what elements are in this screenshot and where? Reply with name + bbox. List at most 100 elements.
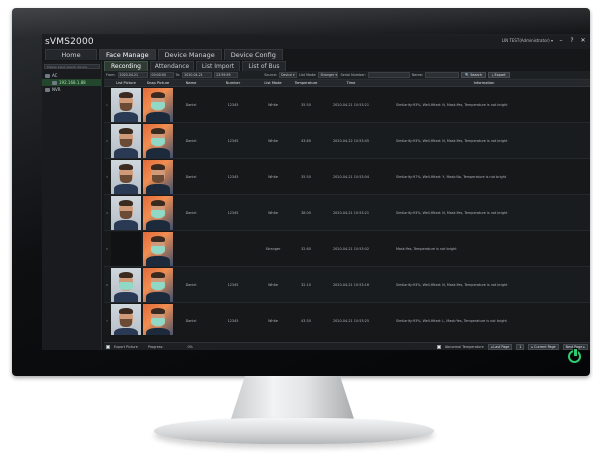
face-mask xyxy=(151,281,165,290)
from-time-input[interactable]: 00:00:00 xyxy=(149,72,174,78)
tree-item-nvr[interactable]: NVR xyxy=(42,86,101,93)
tab-list-import[interactable]: List Import xyxy=(196,61,240,71)
abnormal-temperature-checkbox[interactable] xyxy=(436,344,441,349)
progress-label: Progress: xyxy=(147,344,164,349)
cell-information: Similarity:93%, Well-fitted: N, Mask:Yes… xyxy=(396,138,508,143)
filter-bar: From: 2020-04-21 00:00:00 To: 2020-04-21… xyxy=(104,71,590,80)
page-number-input[interactable]: 1 xyxy=(516,343,525,350)
sub-tabs: Recording Attendance List Import List of… xyxy=(104,61,590,71)
tab-face-manage[interactable]: Face Manage xyxy=(99,49,156,60)
records-table-header: List Picture Snap Picture Name Number Li… xyxy=(104,80,590,87)
face-hair xyxy=(119,91,133,98)
source-select[interactable]: Device ▾ xyxy=(279,72,298,78)
title-bar: sVMS2000 LIN TEST(Administrator) ▾ – ? ✕ xyxy=(42,34,590,49)
to-label: To: xyxy=(175,73,181,77)
tree-item-label: NVR xyxy=(52,87,61,92)
tree-item-ac[interactable]: AC xyxy=(42,72,101,79)
device-search-input[interactable]: Please input search device xyxy=(44,64,100,69)
col-information[interactable]: Information xyxy=(378,80,590,86)
user-menu[interactable]: LIN TEST(Administrator) ▾ xyxy=(502,38,553,43)
table-row[interactable]: 4 Daniel 12345 White 38.00 2020-04-21 10:53:2… xyxy=(104,195,590,231)
snap-picture-cell xyxy=(142,231,174,266)
face-shirt xyxy=(114,219,138,230)
col-list-mode[interactable]: List Mode xyxy=(258,80,288,86)
face-mask xyxy=(151,317,165,326)
search-button[interactable]: 🔍 Search xyxy=(460,72,486,78)
help-icon[interactable]: ? xyxy=(569,37,575,44)
list-picture[interactable] xyxy=(111,231,141,266)
face-shirt xyxy=(146,183,170,194)
list-picture-cell xyxy=(110,123,142,158)
list-picture[interactable] xyxy=(111,159,141,194)
serial-number-input[interactable] xyxy=(367,72,410,78)
list-picture[interactable] xyxy=(111,267,141,302)
face-shirt xyxy=(114,291,138,302)
table-row[interactable]: 1 Daniel 12345 White 35.50 2020-04-21 10:53:2… xyxy=(104,87,590,123)
snap-picture-cell xyxy=(142,159,174,194)
close-icon[interactable]: ✕ xyxy=(580,37,586,44)
list-picture[interactable] xyxy=(111,303,141,335)
abnormal-temperature-label: Abnormal Temperature xyxy=(444,344,484,349)
snap-picture[interactable] xyxy=(143,267,173,302)
tab-home[interactable]: Home xyxy=(45,49,97,60)
face-mask xyxy=(151,101,165,110)
snap-picture-cell xyxy=(142,123,174,158)
col-name[interactable]: Name xyxy=(174,80,208,86)
table-row[interactable]: 5 Stranger 32.60 2020-04-21 10:53:02 Mask:Ye… xyxy=(104,231,590,267)
screen: sVMS2000 LIN TEST(Administrator) ▾ – ? ✕… xyxy=(42,34,590,350)
tab-device-config[interactable]: Device Config xyxy=(223,49,283,60)
snap-picture[interactable] xyxy=(143,123,173,158)
cell-list-mode: White xyxy=(268,282,278,287)
name-input[interactable] xyxy=(424,72,459,78)
list-picture-cell xyxy=(110,231,142,266)
snap-picture[interactable] xyxy=(143,159,173,194)
nvr-icon xyxy=(45,87,50,92)
cell-temperature: 32.10 xyxy=(301,282,311,287)
col-time[interactable]: Time xyxy=(324,80,378,86)
tab-attendance[interactable]: Attendance xyxy=(150,61,194,71)
list-mode-label: List Mode: xyxy=(299,73,317,77)
table-row[interactable]: 3 Daniel 12345 White 35.50 2020-04-21 10:53:0… xyxy=(104,159,590,195)
current-page-button[interactable]: ▸ Current Page xyxy=(528,343,559,350)
to-time-input[interactable]: 23:59:59 xyxy=(214,72,239,78)
face-shirt xyxy=(114,147,138,158)
from-date-input[interactable]: 2020-04-21 xyxy=(117,72,148,78)
cell-name: Daniel xyxy=(185,174,197,179)
col-snap-picture[interactable]: Snap Picture xyxy=(142,80,174,86)
tab-list-of-bus[interactable]: List of Bus xyxy=(242,61,286,71)
table-row[interactable]: 6 Daniel 12345 White 32.10 2020-04-21 10:53:1… xyxy=(104,267,590,303)
list-picture[interactable] xyxy=(111,195,141,230)
tree-item-device[interactable]: 192.168.1.88 xyxy=(42,79,101,86)
col-temperature[interactable]: Temperature xyxy=(288,80,324,86)
col-number[interactable]: Number xyxy=(208,80,258,86)
cell-list-mode: White xyxy=(268,210,278,215)
export-button[interactable]: ⤓ Export xyxy=(487,72,510,78)
main-content: Recording Attendance List Import List of… xyxy=(104,61,590,350)
to-date-input[interactable]: 2020-04-21 xyxy=(182,72,213,78)
snap-picture[interactable] xyxy=(143,303,173,335)
monitor-bezel: sVMS2000 LIN TEST(Administrator) ▾ – ? ✕… xyxy=(12,8,590,376)
minimize-icon[interactable]: – xyxy=(558,37,564,44)
last-page-button[interactable]: ◂ Last Page xyxy=(487,343,513,350)
snap-picture[interactable] xyxy=(143,195,173,230)
snap-picture[interactable] xyxy=(143,87,173,122)
cell-number: 12345 xyxy=(227,174,239,179)
source-label: Source: xyxy=(264,73,278,77)
tab-recording[interactable]: Recording xyxy=(104,61,148,71)
cell-name: Daniel xyxy=(185,210,197,215)
cell-temperature: 32.60 xyxy=(301,246,311,251)
face-hair xyxy=(151,271,165,278)
snap-picture[interactable] xyxy=(143,231,173,266)
table-row[interactable]: 2 Daniel 12345 White 43.60 2020-04-22 10:53:4… xyxy=(104,123,590,159)
export-picture-checkbox[interactable] xyxy=(106,344,110,349)
cell-time: 2020-04-21 10:53:02 xyxy=(332,246,369,251)
table-row[interactable]: 7 Daniel 12345 White 43.50 2020-04-21 10:53:2… xyxy=(104,303,590,335)
face-hair xyxy=(119,307,133,314)
tab-device-manage[interactable]: Device Manage xyxy=(157,49,222,60)
list-picture[interactable] xyxy=(111,123,141,158)
list-mode-select[interactable]: Stranger ▾ xyxy=(318,72,339,78)
list-picture[interactable] xyxy=(111,87,141,122)
col-list-picture[interactable]: List Picture xyxy=(110,80,142,86)
face-shirt xyxy=(146,291,170,302)
cell-name: Daniel xyxy=(185,282,197,287)
